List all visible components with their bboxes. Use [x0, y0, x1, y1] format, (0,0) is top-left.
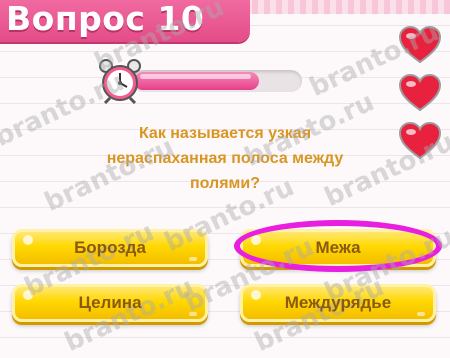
answer-label: Целина [78, 293, 142, 312]
timer-bar-track [132, 70, 302, 92]
gloss-dot [23, 290, 33, 300]
gloss-dot [417, 312, 425, 316]
heart-icon [398, 26, 442, 64]
timer [96, 58, 306, 104]
lives-indicator [398, 26, 442, 166]
gloss-dot [251, 290, 261, 300]
heart-icon [398, 122, 442, 160]
answer-button-1[interactable]: Борозда [12, 229, 208, 267]
timer-bar-gloss [140, 74, 251, 79]
gloss-dot [251, 235, 261, 245]
question-line: нераспаханная полоса между [106, 150, 344, 167]
gloss-dot [189, 312, 197, 316]
answer-label: Межа [315, 238, 361, 257]
answer-button-2[interactable]: Межа [240, 229, 436, 267]
gloss-dot [417, 257, 425, 261]
question-number-title: Вопрос 10 [6, 0, 205, 38]
answer-button-3[interactable]: Целина [12, 284, 208, 322]
alarm-clock-icon [99, 59, 141, 104]
answer-label: Борозда [74, 238, 146, 257]
heart-icon [398, 74, 442, 112]
question-line: полями? [190, 175, 260, 192]
question-line: Как называется узкая [138, 125, 312, 142]
question-text: Как называется узкая нераспаханная полос… [85, 121, 365, 196]
gloss-dot [189, 257, 197, 261]
answer-label: Междурядье [284, 293, 392, 312]
title-banner: Вопрос 10 [0, 0, 250, 42]
gloss-dot [23, 235, 33, 245]
answer-button-4[interactable]: Междурядье [240, 284, 436, 322]
